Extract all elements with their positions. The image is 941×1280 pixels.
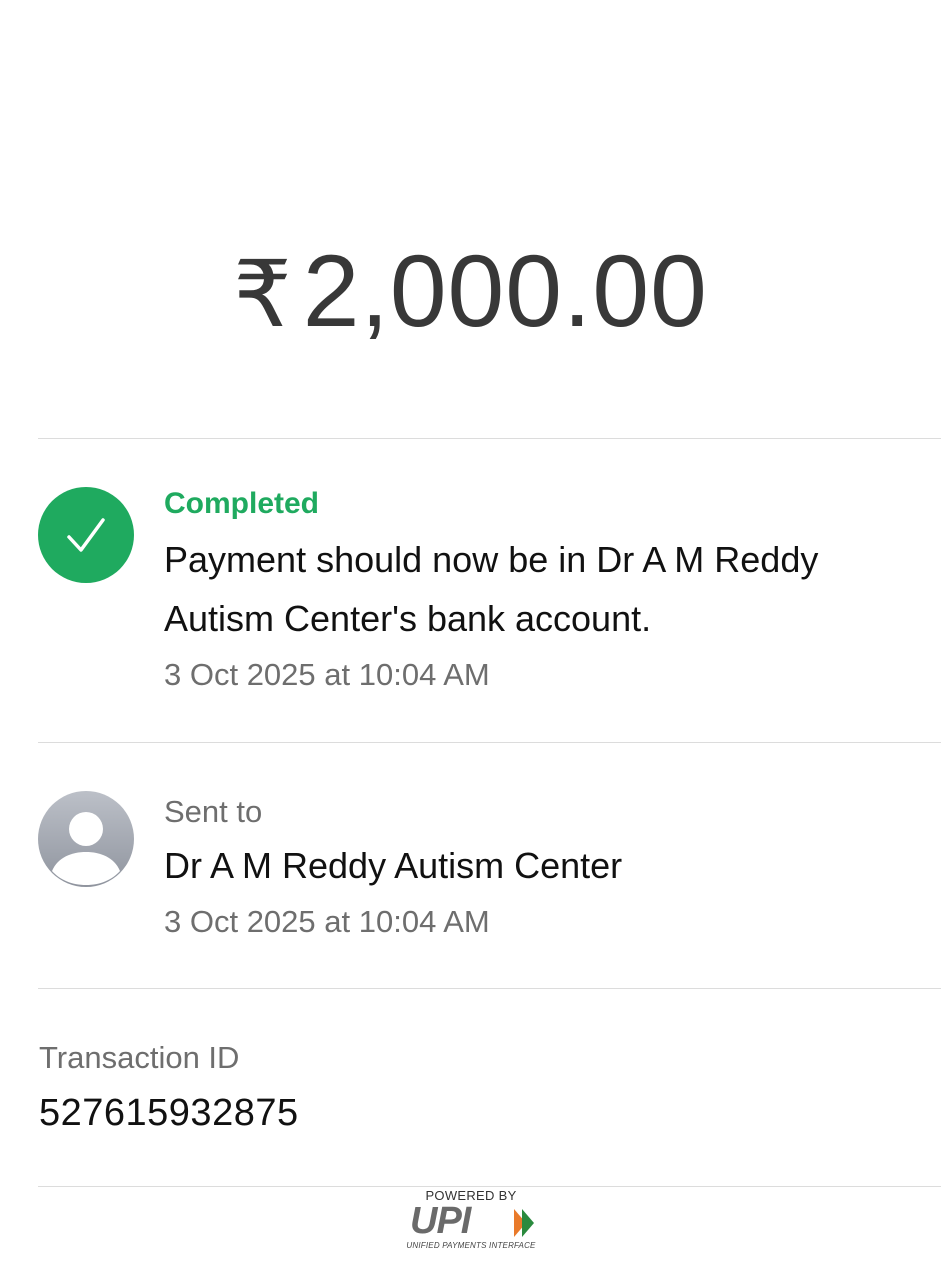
payment-details-screen: ₹2,000.00 Completed Payment should now b… [0, 0, 941, 1280]
status-label: Completed [164, 487, 320, 520]
upi-brand-text: UPI [410, 1200, 471, 1242]
currency-symbol: ₹ [233, 244, 293, 346]
sent-to-label: Sent to [164, 794, 263, 829]
check-icon [67, 518, 105, 552]
divider [38, 988, 941, 989]
amount-value: 2,000.00 [302, 234, 708, 348]
recipient-name: Dr A M Reddy Autism Center [164, 845, 623, 886]
divider [38, 742, 941, 743]
recipient-timestamp: 3 Oct 2025 at 10:04 AM [164, 904, 490, 939]
upi-tagline: UNIFIED PAYMENTS INTERFACE [406, 1241, 536, 1250]
payment-amount: ₹2,000.00 [0, 236, 941, 350]
divider [38, 438, 941, 439]
transaction-id-label: Transaction ID [39, 1040, 240, 1075]
status-icon-circle [38, 487, 134, 583]
person-avatar-icon [52, 812, 120, 885]
transaction-id-value[interactable]: 527615932875 [39, 1090, 299, 1136]
upi-logo: POWERED BY UPI UNIFIED PAYMENTS INTERFAC… [400, 1188, 542, 1254]
status-timestamp: 3 Oct 2025 at 10:04 AM [164, 657, 490, 692]
divider [38, 1186, 941, 1187]
status-message: Payment should now be in Dr A M Reddy Au… [164, 539, 819, 639]
upi-brand: UPI [400, 1200, 542, 1242]
avatar [38, 791, 134, 887]
upi-arrow-icon [514, 1209, 534, 1237]
